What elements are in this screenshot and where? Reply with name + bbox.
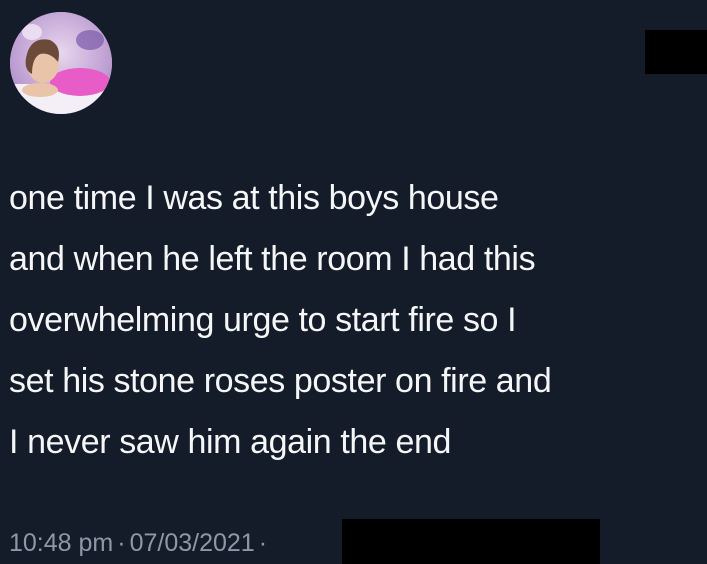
profile-avatar[interactable] bbox=[10, 12, 112, 114]
tweet-text-line: overwhelming urge to start fire so I bbox=[9, 301, 517, 339]
meta-separator: · bbox=[117, 529, 126, 557]
redacted-username-block bbox=[645, 30, 707, 74]
tweet-metadata: 10:48 pm · 07/03/2021 · bbox=[9, 527, 271, 559]
tweet-card: one time I was at this boys house and wh… bbox=[0, 0, 707, 564]
redacted-source-block bbox=[342, 519, 600, 564]
tweet-text-line: one time I was at this boys house bbox=[9, 179, 499, 217]
tweet-text-line: set his stone roses poster on fire and bbox=[9, 362, 552, 400]
tweet-text-line: and when he left the room I had this bbox=[9, 240, 536, 278]
tweet-text: one time I was at this boys house and wh… bbox=[9, 168, 699, 473]
tweet-date[interactable]: 07/03/2021 bbox=[130, 529, 255, 557]
tweet-text-line: I never saw him again the end bbox=[9, 423, 452, 461]
meta-separator-trailing: · bbox=[258, 529, 268, 557]
avatar-photo-icon bbox=[10, 12, 112, 114]
tweet-time[interactable]: 10:48 pm bbox=[9, 529, 113, 557]
